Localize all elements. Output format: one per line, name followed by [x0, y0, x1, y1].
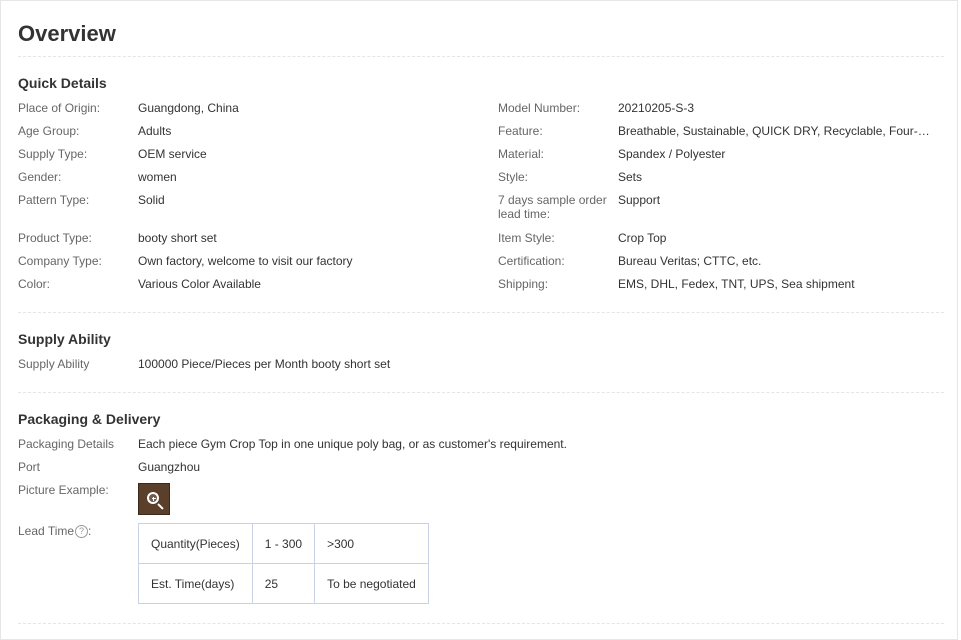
- packaging-details-label: Packaging Details: [18, 437, 115, 451]
- detail-value: 20210205-S-3: [618, 101, 695, 115]
- supply-ability-value: 100000 Piece/Pieces per Month booty shor…: [138, 357, 391, 371]
- detail-label: Style:: [498, 170, 529, 184]
- table-cell: >300: [314, 523, 429, 564]
- table-row: Quantity(Pieces) 1 - 300 >300: [138, 523, 429, 564]
- divider: [18, 623, 944, 624]
- detail-label: Age Group:: [18, 124, 80, 138]
- detail-value: Adults: [138, 124, 172, 138]
- detail-value: booty short set: [138, 231, 217, 245]
- section-title-packaging-delivery: Packaging & Delivery: [18, 411, 161, 427]
- picture-example-thumbnail[interactable]: [138, 483, 170, 515]
- detail-value: Various Color Available: [138, 277, 261, 291]
- detail-value: Solid: [138, 193, 165, 207]
- picture-example-label: Picture Example:: [18, 483, 109, 497]
- detail-value: Breathable, Sustainable, QUICK DRY, Recy…: [618, 124, 940, 138]
- detail-label: Product Type:: [18, 231, 92, 245]
- divider: [18, 392, 944, 393]
- supply-ability-label: Supply Ability: [18, 357, 90, 371]
- zoom-icon-handle: [157, 503, 164, 510]
- table-row: Est. Time(days) 25 To be negotiated: [138, 563, 429, 604]
- divider: [18, 312, 944, 313]
- detail-value: Spandex / Polyester: [618, 147, 726, 161]
- packaging-details-value: Each piece Gym Crop Top in one unique po…: [138, 437, 567, 451]
- detail-label: Supply Type:: [18, 147, 88, 161]
- lead-time-table: Quantity(Pieces) 1 - 300 >300 Est. Time(…: [138, 523, 429, 604]
- detail-label: Company Type:: [18, 254, 102, 268]
- detail-value: Bureau Veritas; CTTC, etc.: [618, 254, 762, 268]
- detail-value: Support: [618, 193, 661, 207]
- lead-time-label-row: Lead Time?:: [18, 524, 92, 539]
- detail-label: Material:: [498, 147, 545, 161]
- table-cell: 1 - 300: [251, 523, 316, 564]
- detail-value: OEM service: [138, 147, 207, 161]
- table-cell: 25: [251, 563, 316, 604]
- page-title: Overview: [18, 21, 116, 46]
- detail-value: Guangdong, China: [138, 101, 239, 115]
- detail-value: women: [138, 170, 177, 184]
- detail-value: Sets: [618, 170, 643, 184]
- detail-label: Place of Origin:: [18, 101, 101, 115]
- help-icon[interactable]: ?: [75, 525, 89, 539]
- detail-label: Model Number:: [498, 101, 581, 115]
- detail-label: Gender:: [18, 170, 62, 184]
- zoom-icon: [147, 492, 159, 504]
- detail-label: Color:: [18, 277, 51, 291]
- detail-label: Feature:: [498, 124, 543, 138]
- detail-label: Item Style:: [498, 231, 555, 245]
- detail-label: 7 days sample order lead time:: [498, 193, 607, 221]
- table-cell: Est. Time(days): [138, 563, 253, 604]
- overview-panel: Overview Quick Details Place of Origin: …: [0, 0, 958, 640]
- port-value: Guangzhou: [138, 460, 201, 474]
- lead-time-colon: :: [88, 524, 92, 538]
- detail-value: EMS, DHL, Fedex, TNT, UPS, Sea shipment: [618, 277, 855, 291]
- port-label: Port: [18, 460, 41, 474]
- section-title-supply-ability: Supply Ability: [18, 331, 111, 347]
- detail-label: Certification:: [498, 254, 565, 268]
- table-cell: To be negotiated: [314, 563, 429, 604]
- detail-value: Own factory, welcome to visit our factor…: [138, 254, 353, 268]
- divider: [18, 56, 944, 57]
- lead-time-label: Lead Time: [18, 524, 75, 538]
- section-title-quick-details: Quick Details: [18, 75, 107, 91]
- table-cell: Quantity(Pieces): [138, 523, 253, 564]
- detail-value: Crop Top: [618, 231, 667, 245]
- detail-label: Pattern Type:: [18, 193, 90, 207]
- detail-label: Shipping:: [498, 277, 549, 291]
